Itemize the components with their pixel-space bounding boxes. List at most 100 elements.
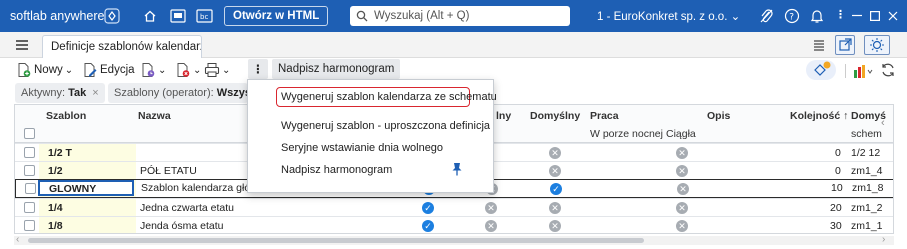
remove-filter-icon[interactable]: ×: [92, 87, 98, 99]
new-button[interactable]: Nowy ⌄: [16, 62, 73, 78]
search-input[interactable]: Wyszukaj (Alt + Q): [350, 6, 570, 26]
scroll-left-icon[interactable]: ‹: [16, 234, 19, 245]
domyslny-yes-icon: ✓: [550, 183, 562, 195]
chevron-down-icon: ⌄: [64, 64, 74, 76]
cell-szablon[interactable]: GLOWNY: [38, 180, 134, 196]
table-row[interactable]: 1/8 Jenda ósma etatu ✓ ✕ ✕ ✕ 30 zm1_1: [15, 216, 893, 233]
scrollbar-thumb[interactable]: [28, 238, 644, 243]
hamburger-menu-icon[interactable]: [15, 39, 29, 54]
svg-text:?: ?: [789, 13, 794, 23]
edit-button[interactable]: Edycja: [82, 62, 135, 78]
more-icon[interactable]: ⋮: [835, 8, 846, 21]
horizontal-scrollbar[interactable]: ‹ ›: [14, 234, 894, 245]
pin-icon[interactable]: [451, 162, 463, 179]
delete-document-icon: [177, 63, 190, 77]
cell-kolejnosc: 0: [835, 147, 841, 159]
column-kolejnosc[interactable]: Kolejność ↑: [790, 105, 848, 143]
filter-operator-label: Szablony (operator):: [114, 87, 214, 99]
overwrite-schedule-button[interactable]: Nadpisz harmonogram: [272, 59, 401, 79]
column-opis[interactable]: Opis: [707, 105, 730, 143]
app-brand: softlab anywhere: [10, 9, 105, 23]
cell-kolejnosc: 10: [831, 182, 843, 194]
row-checkbox[interactable]: [24, 165, 35, 176]
app-sync-icon[interactable]: [806, 60, 836, 80]
new-label: Nowy: [34, 64, 63, 76]
window-icon[interactable]: [170, 9, 186, 23]
column-szablon[interactable]: Szablon: [46, 105, 86, 143]
column-staly[interactable]: lny: [496, 105, 511, 143]
row-checkbox[interactable]: [24, 147, 35, 158]
help-icon[interactable]: ?: [784, 8, 800, 24]
cell-schemat: zm1_4: [851, 165, 883, 177]
edit-label: Edycja: [100, 64, 135, 76]
ciagla-no-icon: ✕: [676, 147, 688, 159]
cell-schemat: zm1_2: [851, 202, 883, 214]
row-checkbox[interactable]: [24, 220, 35, 231]
cell-szablon-value: GLOWNY: [49, 183, 97, 195]
minimize-icon[interactable]: [852, 14, 862, 17]
filter-chip-operator[interactable]: Szablony (operator): Wszystkie: [108, 83, 248, 103]
filter-active-label: Aktywny:: [21, 87, 66, 99]
chart-icon[interactable]: [853, 64, 873, 81]
close-icon[interactable]: [888, 11, 898, 21]
ciagla-no-icon: ✕: [677, 183, 689, 195]
table-row[interactable]: 1/4 Jedna czwarta etatu ✓ ✕ ✕ ✕ 20 zm1_2: [15, 198, 893, 216]
chevron-down-icon: ⌄: [222, 64, 231, 76]
cell-szablon: 1/4: [48, 202, 63, 214]
chevron-left-icon[interactable]: ‹: [881, 117, 885, 129]
title-bar: softlab anywhere bc Otwórz w HTML Wyszuk…: [0, 0, 907, 32]
cell-kolejnosc: 20: [830, 202, 842, 214]
filter-chip-active[interactable]: Aktywny: Tak ×: [15, 83, 105, 103]
clock-document-button[interactable]: ⌄: [140, 62, 166, 78]
apps-icon[interactable]: [104, 8, 120, 24]
filter-active-value: Tak: [68, 87, 87, 99]
menu-item-generate-simplified[interactable]: Wygeneruj szablon - uproszczona definicj…: [281, 120, 490, 132]
more-vertical-icon: ⋮: [252, 64, 264, 76]
domyslny-no-icon: ✕: [549, 202, 561, 214]
cell-schemat: 1/2 12: [851, 147, 881, 159]
maximize-icon[interactable]: [870, 11, 880, 21]
staly-yes-icon: ✓: [422, 220, 434, 232]
new-document-icon: [18, 63, 31, 77]
ciagla-no-icon: ✕: [676, 220, 688, 232]
print-button[interactable]: ⌄: [204, 62, 230, 78]
edit-document-icon: [84, 63, 97, 77]
search-icon: [356, 10, 368, 22]
select-all-checkbox[interactable]: [24, 128, 35, 139]
column-domyslny[interactable]: Domyślny: [530, 105, 580, 143]
menu-item-1-label: Wygeneruj szablon kalendarza ze schematu: [281, 91, 497, 103]
delete-document-button[interactable]: ⌄: [175, 62, 201, 78]
cell-szablon: 1/2 T: [48, 147, 72, 159]
menu-item-overwrite-schedule[interactable]: Nadpisz harmonogram: [281, 164, 392, 176]
ciagla-no-icon: ✕: [676, 202, 688, 214]
menu-item-generate-from-schema[interactable]: Wygeneruj szablon kalendarza ze schematu: [276, 87, 497, 107]
list-settings-icon[interactable]: [812, 38, 826, 55]
menu-item-serial-day-off[interactable]: Seryjne wstawianie dnia wolnego: [281, 142, 443, 154]
overwrite-schedule-label: Nadpisz harmonogram: [278, 63, 395, 75]
scroll-right-icon[interactable]: ›: [882, 234, 885, 245]
window-bc-icon[interactable]: bc: [196, 9, 213, 23]
row-checkbox[interactable]: [24, 202, 35, 213]
chevron-down-icon: ⌄: [193, 64, 202, 76]
more-actions-button[interactable]: ⋮: [248, 59, 268, 79]
home-icon[interactable]: [143, 9, 157, 23]
attach-icon[interactable]: [759, 8, 773, 24]
company-label: 1 - EuroKonkret sp. z o.o.: [597, 11, 728, 23]
refresh-icon[interactable]: [880, 62, 896, 81]
praca-nocna-no-icon: ✕: [549, 165, 561, 177]
filter-operator-value: Wszystkie: [216, 87, 248, 99]
separator: [845, 64, 846, 78]
tab-label: Definicje szablonów kalendarzy: [51, 41, 202, 53]
sun-icon[interactable]: [864, 35, 890, 55]
cell-nazwa: PÓŁ ETATU: [140, 165, 197, 177]
domyslny-no-icon: ✕: [549, 220, 561, 232]
open-in-html-button[interactable]: Otwórz w HTML: [224, 6, 329, 26]
cell-kolejnosc: 0: [835, 165, 841, 177]
bell-icon[interactable]: [810, 8, 824, 24]
staly-no-icon: ✕: [485, 220, 497, 232]
open-external-icon[interactable]: [835, 35, 855, 55]
column-nazwa[interactable]: Nazwa: [138, 105, 171, 143]
tab-definicje-szablonow[interactable]: Definicje szablonów kalendarzy: [42, 35, 202, 58]
row-checkbox[interactable]: [25, 183, 36, 194]
company-selector[interactable]: 1 - EuroKonkret sp. z o.o. ⌄: [597, 9, 740, 23]
